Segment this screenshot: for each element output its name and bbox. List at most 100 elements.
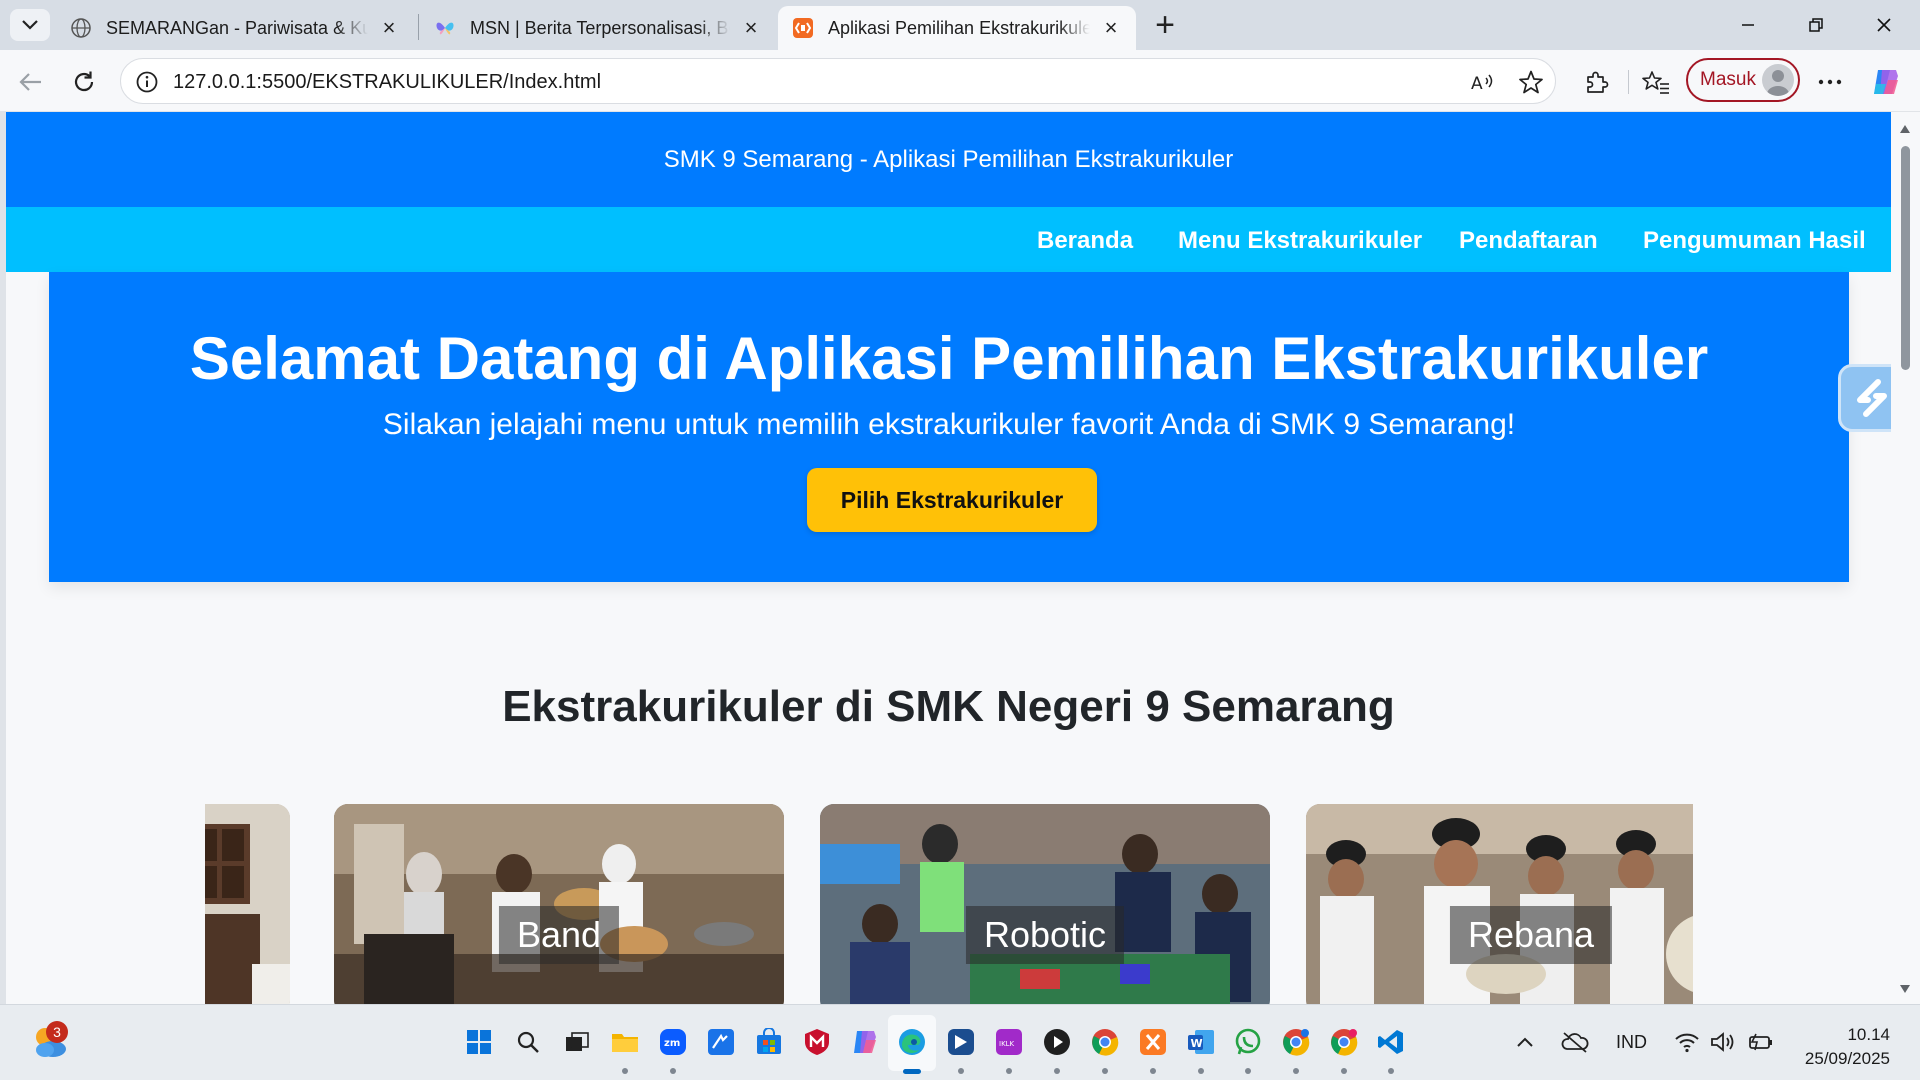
copilot-button[interactable] bbox=[1866, 62, 1906, 102]
taskbar-zoom[interactable]: zm bbox=[656, 1025, 690, 1059]
running-indicator bbox=[1150, 1068, 1156, 1074]
taskbar-app-purple[interactable]: IKLK bbox=[992, 1025, 1026, 1059]
taskbar-vscode[interactable] bbox=[1374, 1025, 1408, 1059]
taskbar-file-explorer[interactable] bbox=[608, 1025, 642, 1059]
taskbar-media-player[interactable] bbox=[1040, 1025, 1074, 1059]
nav-link-beranda[interactable]: Beranda bbox=[1037, 227, 1133, 255]
running-indicator bbox=[1198, 1068, 1204, 1074]
onedrive-status[interactable] bbox=[1558, 1025, 1592, 1059]
favorite-button[interactable] bbox=[1517, 68, 1545, 96]
arrow-left-icon bbox=[19, 73, 41, 91]
start-icon bbox=[467, 1030, 491, 1054]
system-clock[interactable]: 10.14 25/09/2025 bbox=[1790, 1023, 1890, 1071]
taskbar-chrome-profile-2[interactable] bbox=[1327, 1025, 1361, 1059]
page-scrollbar[interactable] bbox=[1891, 112, 1920, 1004]
tab-semarangan[interactable]: SEMARANGan - Pariwisata & Kuliner × bbox=[56, 6, 414, 50]
nav-link-menu-ekstrakurikuler[interactable]: Menu Ekstrakurikuler bbox=[1178, 227, 1422, 255]
input-language-indicator[interactable]: IND bbox=[1616, 1032, 1647, 1053]
taskbar-store[interactable] bbox=[752, 1025, 786, 1059]
battery-status[interactable] bbox=[1744, 1025, 1778, 1059]
taskbar-xampp[interactable] bbox=[1136, 1025, 1170, 1059]
restore-window-button[interactable] bbox=[1788, 6, 1844, 44]
reload-button[interactable] bbox=[64, 62, 104, 102]
taskbar-word[interactable]: W bbox=[1184, 1025, 1218, 1059]
favorites-list-icon bbox=[1642, 71, 1669, 94]
taskbar-app-blue[interactable] bbox=[704, 1025, 738, 1059]
speaker-icon bbox=[1711, 1032, 1734, 1052]
browser-tab-strip: SEMARANGan - Pariwisata & Kuliner × MSN … bbox=[0, 0, 1920, 50]
weather-notification-badge: 3 bbox=[46, 1021, 68, 1043]
settings-and-more-button[interactable] bbox=[1810, 62, 1850, 102]
url-text[interactable]: 127.0.0.1:5500/EKSTRAKULIKULER/Index.htm… bbox=[173, 71, 601, 94]
taskbar-whatsapp[interactable] bbox=[1231, 1025, 1265, 1059]
network-status[interactable] bbox=[1670, 1025, 1704, 1059]
new-tab-button[interactable]: + bbox=[1148, 6, 1182, 44]
favorites-button[interactable] bbox=[1636, 62, 1676, 102]
taskbar-edge[interactable] bbox=[895, 1025, 929, 1059]
volume-status[interactable] bbox=[1706, 1025, 1740, 1059]
running-indicator bbox=[1054, 1068, 1060, 1074]
tab-divider bbox=[418, 14, 419, 40]
robotics-students-photo bbox=[820, 804, 1270, 1004]
taskbar-capcut[interactable] bbox=[944, 1025, 978, 1059]
extracurricular-card-partial[interactable] bbox=[205, 804, 290, 1004]
site-nav: Beranda Menu Ekstrakurikuler Pendaftaran… bbox=[6, 207, 1891, 272]
vscode-icon bbox=[1378, 1030, 1403, 1054]
back-button[interactable] bbox=[10, 62, 50, 102]
extracurricular-carousel[interactable]: Band Robotic Rebana bbox=[205, 804, 1693, 1004]
running-indicator bbox=[622, 1068, 628, 1074]
capcut-icon bbox=[948, 1029, 974, 1055]
svg-text:zm: zm bbox=[664, 1038, 680, 1049]
nav-link-pendaftaran[interactable]: Pendaftaran bbox=[1459, 227, 1598, 255]
taskbar-copilot[interactable] bbox=[848, 1025, 882, 1059]
chrome-icon bbox=[1092, 1029, 1119, 1056]
extensions-button[interactable] bbox=[1576, 62, 1616, 102]
address-bar[interactable]: 127.0.0.1:5500/EKSTRAKULIKULER/Index.htm… bbox=[120, 58, 1556, 104]
restore-icon bbox=[1809, 18, 1823, 32]
copilot-icon bbox=[854, 1031, 876, 1053]
taskbar-chrome[interactable] bbox=[1088, 1025, 1122, 1059]
tab-msn[interactable]: MSN | Berita Terpersonalisasi, Berita Te… bbox=[420, 6, 776, 50]
tab-actions-menu-button[interactable] bbox=[10, 9, 50, 41]
choose-extracurricular-button[interactable]: Pilih Ekstrakurikuler bbox=[807, 468, 1097, 532]
running-indicator bbox=[958, 1068, 964, 1074]
edge-icon bbox=[899, 1029, 925, 1055]
taskbar-mcafee[interactable] bbox=[800, 1025, 834, 1059]
taskbar-task-view[interactable] bbox=[560, 1025, 594, 1059]
extracurricular-card-rebana[interactable]: Rebana bbox=[1306, 804, 1693, 1004]
read-aloud-button[interactable]: A bbox=[1469, 68, 1497, 96]
scroll-up-arrow-icon[interactable] bbox=[1897, 122, 1913, 136]
running-indicator bbox=[1245, 1068, 1251, 1074]
site-info-icon[interactable] bbox=[135, 70, 159, 94]
close-window-button[interactable] bbox=[1856, 6, 1912, 44]
show-hidden-icons-button[interactable] bbox=[1508, 1025, 1542, 1059]
taskbar-start-button[interactable] bbox=[462, 1025, 496, 1059]
clock-date: 25/09/2025 bbox=[1804, 1049, 1890, 1068]
scroll-down-arrow-icon[interactable] bbox=[1897, 982, 1913, 996]
app-purple-icon: IKLK bbox=[996, 1029, 1022, 1055]
star-icon bbox=[1519, 70, 1543, 94]
close-tab-icon[interactable]: × bbox=[740, 15, 762, 40]
extracurricular-card-band[interactable]: Band bbox=[334, 804, 784, 1004]
hero-title: Selamat Datang di Aplikasi Pemilihan Eks… bbox=[189, 325, 1709, 392]
tab-aplikasi-ekstrakurikuler[interactable]: Aplikasi Pemilihan Ekstrakurikuler × bbox=[778, 6, 1136, 50]
browser-toolbar: 127.0.0.1:5500/EKSTRAKULIKULER/Index.htm… bbox=[0, 50, 1920, 112]
minimize-window-button[interactable] bbox=[1720, 6, 1776, 44]
running-indicator bbox=[1102, 1068, 1108, 1074]
tab-title: SEMARANGan - Pariwisata & Kuliner bbox=[106, 17, 368, 38]
nav-link-pengumuman-hasil[interactable]: Pengumuman Hasil bbox=[1643, 227, 1866, 255]
more-dots-icon bbox=[1818, 79, 1842, 85]
close-tab-icon[interactable]: × bbox=[1100, 15, 1122, 40]
clock-time: 10.14 bbox=[1847, 1025, 1890, 1044]
taskbar-chrome-profile[interactable] bbox=[1279, 1025, 1313, 1059]
extracurricular-card-robotic[interactable]: Robotic bbox=[820, 804, 1270, 1004]
scrollbar-thumb[interactable] bbox=[1901, 146, 1910, 370]
close-tab-icon[interactable]: × bbox=[378, 15, 400, 40]
sign-in-button[interactable]: Masuk bbox=[1686, 58, 1800, 102]
whatsapp-icon bbox=[1235, 1028, 1261, 1055]
zoom-icon: zm bbox=[660, 1029, 686, 1055]
taskbar-search-button[interactable] bbox=[511, 1025, 545, 1059]
reload-icon bbox=[74, 71, 94, 92]
cloud-offline-icon bbox=[1561, 1032, 1589, 1053]
xampp-icon bbox=[1140, 1029, 1166, 1055]
